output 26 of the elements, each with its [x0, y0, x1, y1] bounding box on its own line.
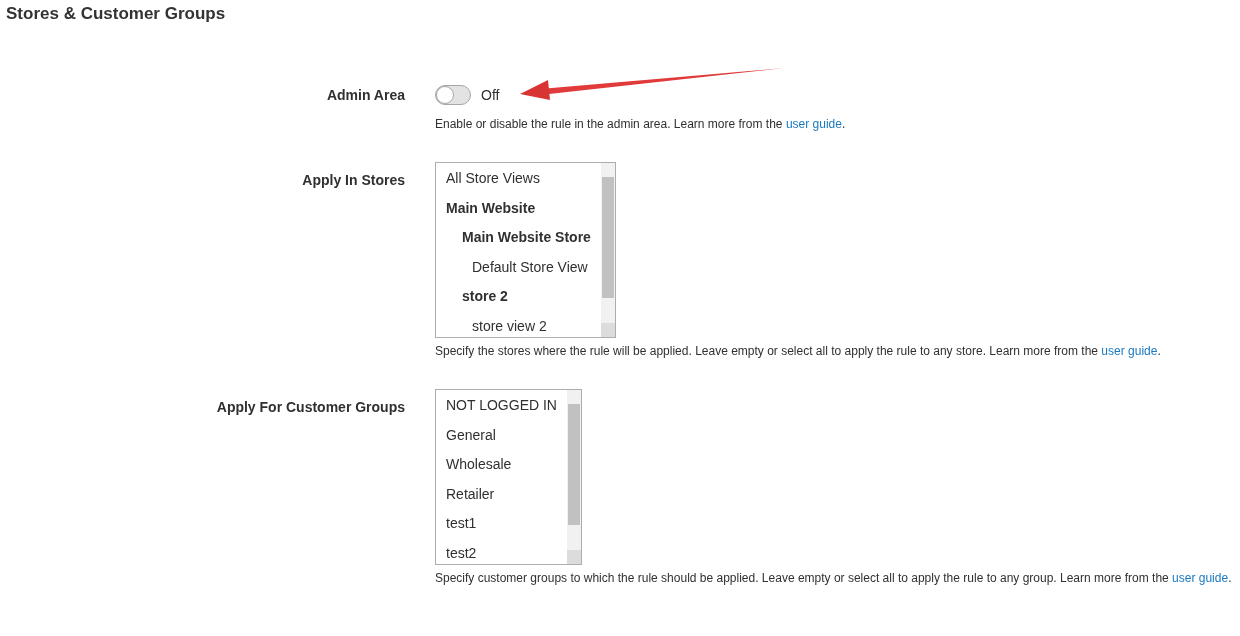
option-group-label: store 2	[461, 287, 509, 306]
list-option[interactable]: test1	[436, 509, 557, 539]
list-option[interactable]: Retailer	[436, 479, 557, 509]
list-option[interactable]: Default Store View	[436, 252, 591, 282]
option-group-label: Main Website Store	[461, 228, 591, 247]
user-guide-link[interactable]: user guide	[785, 117, 842, 131]
list-option[interactable]: All Store Views	[436, 164, 591, 194]
list-option[interactable]: Wholesale	[436, 450, 557, 480]
toggle-switch[interactable]	[435, 85, 471, 105]
scrollbar[interactable]	[567, 390, 581, 564]
field-note: Specify customer groups to which the rule should be applied. Leave empty or select all to apply the rule to any group. Learn more from the user guide.	[435, 570, 1233, 587]
scrollbar[interactable]	[600, 163, 615, 337]
section-title: Stores & Customer Groups	[5, 3, 227, 25]
list-option[interactable]: NOT LOGGED IN	[436, 391, 557, 421]
list-option[interactable]: test2	[436, 538, 557, 564]
field-label: Apply In Stores	[301, 171, 405, 190]
option-group-label: Main Website	[445, 198, 537, 218]
toggle-state: Off	[481, 87, 500, 103]
multiselect-list[interactable]: All Store Views Main Website Main Website Store Default Store View store 2 store view 2	[435, 162, 616, 338]
field-note: Specify the stores where the rule will be applied. Leave empty or select all to apply the rule to any store. Learn more from the user guide.	[435, 343, 1162, 360]
field-label: Apply For Customer Groups	[215, 398, 405, 417]
multiselect-list[interactable]: NOT LOGGED IN General Wholesale Retailer test1 test2	[435, 389, 582, 565]
list-option[interactable]: General	[436, 420, 557, 450]
list-option[interactable]: store view 2	[436, 311, 591, 337]
field-note: Enable or disable the rule in the admin area. Learn more from the user guide.	[435, 116, 847, 133]
field-label: Admin Area	[325, 86, 405, 105]
